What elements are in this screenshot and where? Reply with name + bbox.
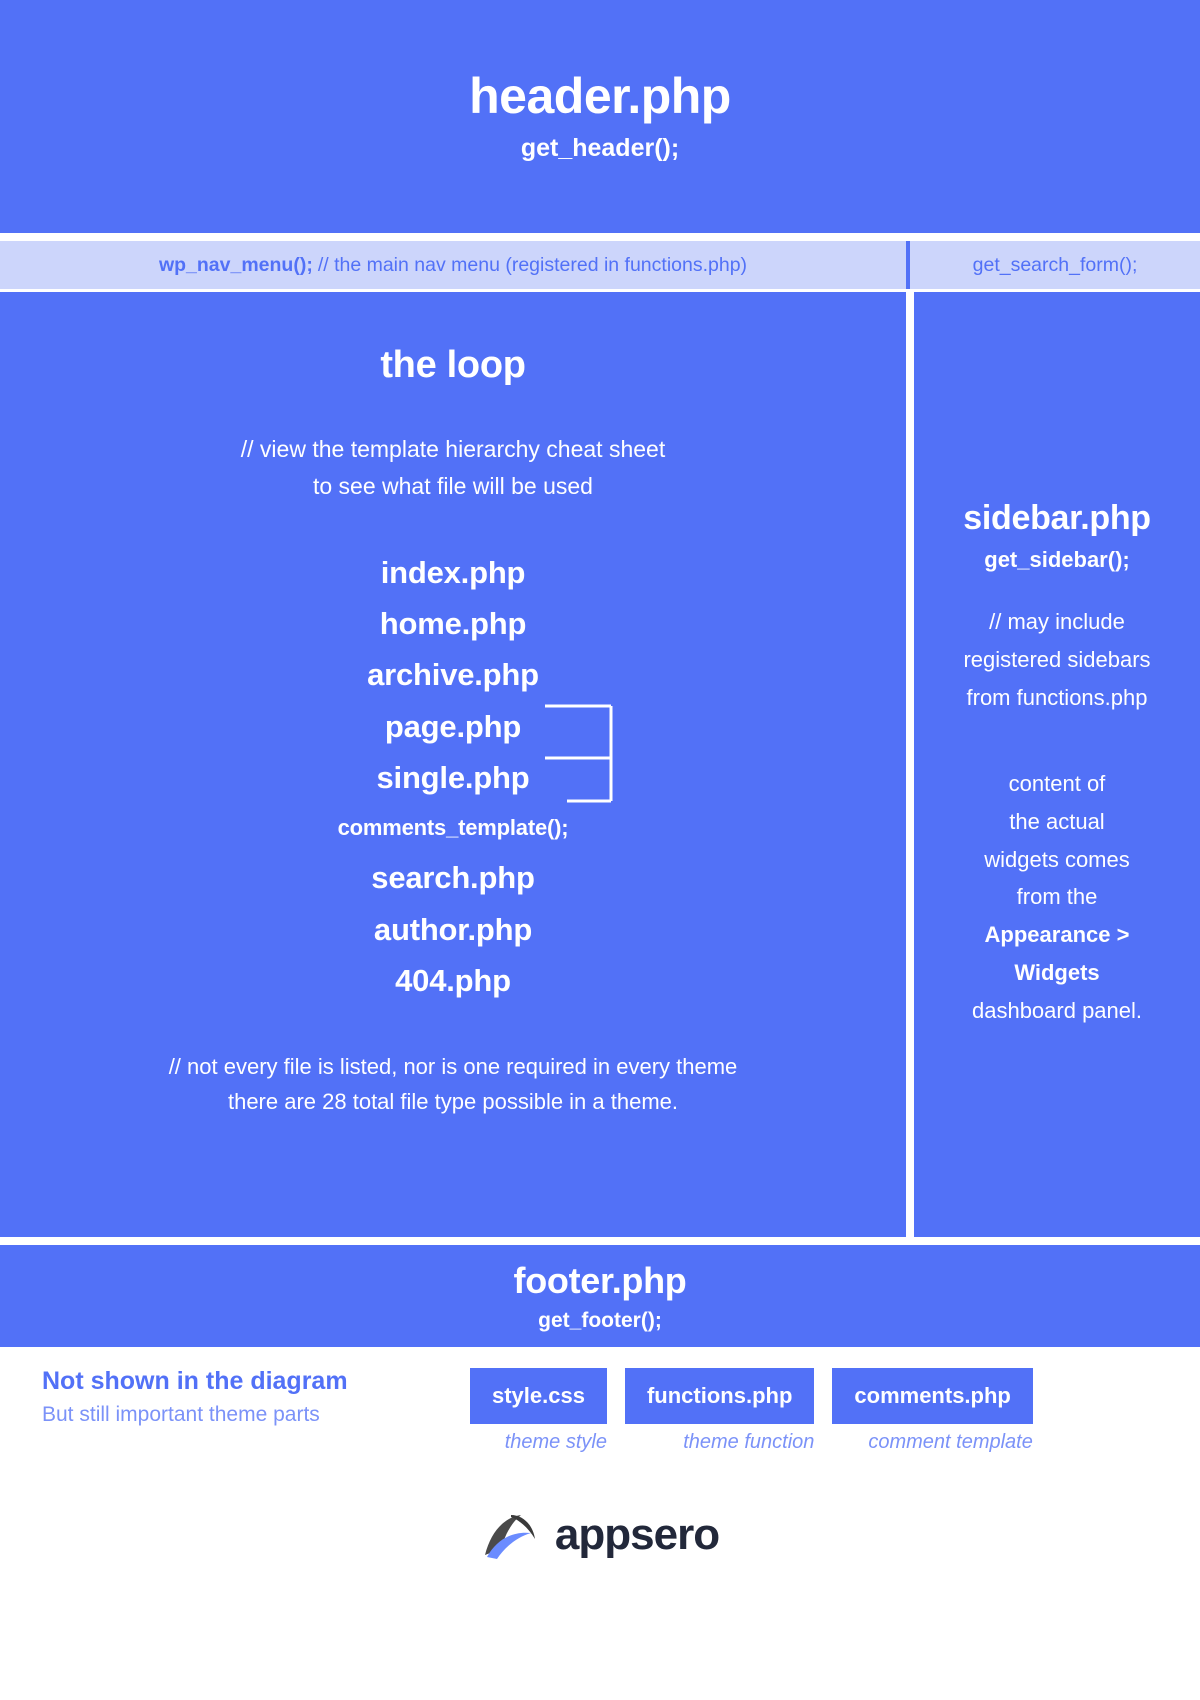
badge-caption-style-css: theme style: [504, 1431, 607, 1453]
legend-badge-functions-php: functions.php theme function: [624, 1368, 815, 1454]
brand-block: appsero: [0, 1490, 1200, 1580]
the-loop-panel: the loop // view the template hierarchy …: [0, 292, 906, 1237]
legend-title: Not shown in the diagram: [42, 1367, 348, 1395]
get-sidebar-function: get_sidebar();: [984, 547, 1130, 573]
legend-badge-group: style.css theme style functions.php them…: [470, 1355, 1033, 1454]
sidebar-widget-note-line3: widgets comes: [984, 846, 1130, 872]
wp-nav-menu-function: wp_nav_menu();: [158, 253, 313, 276]
badge-label-comments-php: comments.php: [832, 1368, 1033, 1424]
get-footer-function: get_footer();: [538, 1308, 662, 1332]
template-file-404: 404.php: [395, 963, 511, 999]
get-header-function: get_header();: [520, 133, 680, 162]
badge-caption-comments-php: comment template: [868, 1431, 1033, 1453]
the-loop-footnote: // not every file is listed, nor is one …: [169, 1049, 738, 1119]
brand-name: appsero: [554, 1510, 720, 1559]
appsero-swoosh-logo-icon: [484, 1515, 535, 1559]
sidebar-widget-note: content of the actual widgets comes from…: [972, 765, 1142, 1030]
nav-strip: wp_nav_menu(); // the main nav menu (reg…: [0, 241, 1200, 289]
sidebar-note: // may include registered sidebars from …: [963, 603, 1150, 716]
footer-php-title: footer.php: [513, 1259, 687, 1301]
theme-anatomy-diagram: header.php get_header(); wp_nav_menu(); …: [0, 0, 1200, 1700]
template-file-search: search.php: [371, 860, 535, 896]
get-search-form-block: get_search_form();: [910, 241, 1200, 289]
the-loop-footnote-line2: there are 28 total file type possible in…: [227, 1088, 679, 1114]
template-file-comments-template: comments_template();: [337, 814, 569, 840]
sidebar-note-line3: from functions.php: [966, 685, 1148, 711]
badge-label-functions-php: functions.php: [624, 1368, 815, 1424]
template-file-index: index.php: [380, 554, 526, 590]
body-row: the loop // view the template hierarchy …: [0, 292, 1200, 1237]
wp-nav-menu-block: wp_nav_menu(); // the main nav menu (reg…: [0, 241, 906, 289]
sidebar-widget-note-line1: content of: [1008, 770, 1106, 796]
sidebar-widget-note-line2: the actual: [1009, 808, 1105, 834]
sidebar-widget-note-line4: from the: [1016, 884, 1098, 910]
template-file-archive: archive.php: [367, 657, 539, 693]
template-file-author: author.php: [373, 911, 533, 947]
sidebar-dashboard-panel-label: dashboard panel.: [971, 997, 1143, 1023]
legend-text-block: Not shown in the diagram But still impor…: [0, 1355, 470, 1427]
sidebar-php-title: sidebar.php: [963, 499, 1151, 538]
template-file-single: single.php: [376, 760, 530, 796]
badge-caption-functions-php: theme function: [683, 1431, 815, 1453]
badge-label-style-css: style.css: [470, 1368, 607, 1424]
header-php-title: header.php: [469, 68, 731, 125]
template-file-home: home.php: [379, 605, 527, 641]
header-php-panel: header.php get_header();: [0, 0, 1200, 233]
the-loop-note-line1: // view the template hierarchy cheat she…: [240, 436, 666, 462]
footer-php-panel: footer.php get_footer();: [0, 1245, 1200, 1347]
sidebar-widgets-label: Widgets: [1014, 959, 1100, 985]
sidebar-note-line1: // may include: [989, 609, 1125, 635]
template-file-list: index.php home.php archive.php page.php …: [0, 547, 906, 1007]
the-loop-note-line2: to see what file will be used: [312, 473, 593, 500]
legend-subtitle: But still important theme parts: [42, 1403, 320, 1426]
the-loop-footnote-line1: // not every file is listed, nor is one …: [168, 1053, 738, 1079]
panel-gap: [906, 292, 914, 1237]
the-loop-title: the loop: [380, 344, 526, 386]
legend-badge-comments-php: comments.php comment template: [832, 1368, 1033, 1454]
sidebar-php-panel: sidebar.php get_sidebar(); // may includ…: [914, 292, 1200, 1237]
wp-nav-menu-comment: // the main nav menu (registered in func…: [317, 253, 748, 276]
legend-section: Not shown in the diagram But still impor…: [0, 1355, 1200, 1480]
bracket-connector-icon: [545, 704, 613, 802]
template-file-page: page.php: [384, 708, 522, 744]
legend-badge-style-css: style.css theme style: [470, 1368, 607, 1454]
sidebar-note-line2: registered sidebars: [963, 647, 1151, 673]
sidebar-appearance-path: Appearance >: [984, 922, 1130, 948]
the-loop-note: // view the template hierarchy cheat she…: [241, 431, 665, 506]
